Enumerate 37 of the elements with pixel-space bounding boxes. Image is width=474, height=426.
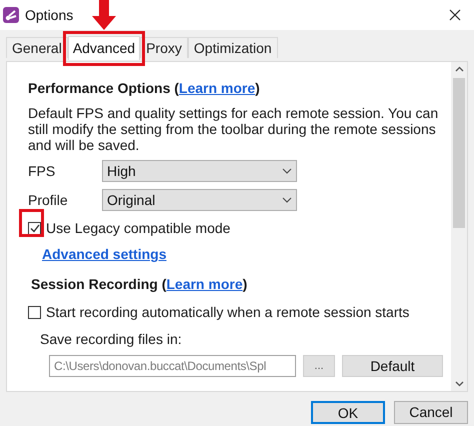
- default-button[interactable]: Default: [342, 355, 443, 377]
- checkbox[interactable]: [28, 222, 41, 235]
- arrow-icon: [92, 0, 116, 30]
- checkbox[interactable]: [28, 306, 41, 319]
- scroll-thumb[interactable]: [453, 78, 465, 228]
- heading-paren: ): [242, 275, 248, 294]
- checkbox-label: Use Legacy compatible mode: [46, 219, 230, 238]
- chevron-down-icon: [282, 197, 292, 203]
- tab[interactable]: Advanced: [68, 36, 140, 60]
- description-text: Default FPS and quality settings for each remote session. You can still modify the setting from the toolbar during the remote sessions and will be saved.: [28, 105, 440, 153]
- learn-more-link[interactable]: Learn more: [178, 78, 256, 99]
- app-icon: [3, 7, 19, 23]
- tab[interactable]: Optimization: [188, 37, 278, 58]
- checkmark-icon: [30, 224, 40, 233]
- chevron-down-icon: [282, 168, 292, 174]
- tab[interactable]: Proxy: [140, 37, 188, 58]
- window-title: Options: [25, 6, 74, 25]
- save-location-label: Save recording files in:: [40, 330, 183, 349]
- browse-button[interactable]: ...: [303, 355, 335, 377]
- section-heading: Performance Options (: [28, 79, 179, 98]
- advanced-settings-link[interactable]: Advanced settings: [42, 244, 166, 265]
- dropdown[interactable]: Original: [102, 189, 297, 211]
- close-icon[interactable]: [449, 9, 461, 21]
- scroll-up-icon[interactable]: [454, 66, 464, 72]
- path-field[interactable]: C:\Users\donovan.buccat\Documents\Spl: [49, 355, 296, 377]
- select-label: Profile: [28, 190, 69, 210]
- scroll-down-icon[interactable]: [454, 381, 464, 387]
- tab[interactable]: General: [6, 37, 68, 58]
- heading-paren: ): [255, 79, 260, 98]
- learn-more-link[interactable]: Learn more: [166, 274, 243, 295]
- checkbox-label: Start recording automatically when a remote session starts: [46, 303, 410, 322]
- select-label: FPS: [28, 162, 56, 180]
- dialog-button[interactable]: OK: [311, 401, 385, 424]
- section-heading: Session Recording (: [31, 275, 166, 294]
- dropdown[interactable]: High: [102, 160, 297, 182]
- scrollbar[interactable]: [451, 62, 467, 391]
- dialog-button[interactable]: Cancel: [394, 401, 468, 424]
